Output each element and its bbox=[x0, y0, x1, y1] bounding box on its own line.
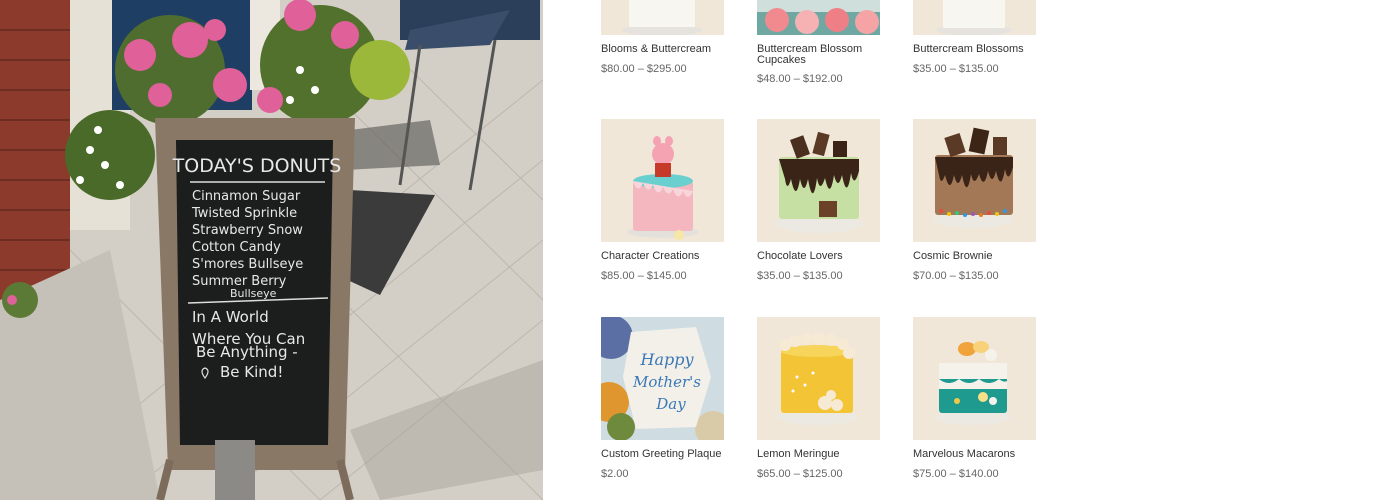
cupcakes-icon bbox=[757, 8, 880, 35]
product-card[interactable]: Chocolate Lovers $35.00 – $135.00 bbox=[757, 119, 881, 282]
macaron-cake-icon bbox=[935, 341, 1011, 425]
plaque-text-line: Day bbox=[655, 395, 686, 413]
product-price: $85.00 – $145.00 bbox=[601, 269, 687, 282]
product-name[interactable]: Marvelous Macarons bbox=[913, 449, 1037, 460]
product-name[interactable]: Buttercream Blossom Cupcakes bbox=[757, 44, 881, 66]
product-name[interactable]: Character Creations bbox=[601, 251, 725, 262]
product-price: $70.00 – $135.00 bbox=[913, 269, 999, 282]
product-price: $35.00 – $135.00 bbox=[757, 269, 843, 282]
brownie-cake-icon bbox=[933, 127, 1013, 228]
product-name[interactable]: Blooms & Buttercream bbox=[601, 44, 725, 55]
product-image-character-creations[interactable] bbox=[601, 119, 724, 242]
plaque-text-line: Happy bbox=[639, 350, 694, 369]
product-price: $75.00 – $140.00 bbox=[913, 467, 999, 480]
product-price: $2.00 bbox=[601, 467, 629, 480]
product-image-chocolate-lovers[interactable] bbox=[757, 119, 880, 242]
sign-flavor: Cotton Candy bbox=[192, 240, 281, 255]
sign-flavor: S'mores Bullseye bbox=[192, 257, 303, 272]
product-name[interactable]: Buttercream Blossoms bbox=[913, 44, 1037, 55]
product-name[interactable]: Custom Greeting Plaque bbox=[601, 449, 725, 460]
product-image-marvelous-macarons[interactable] bbox=[913, 317, 1036, 440]
product-card[interactable]: Marvelous Macarons $75.00 – $140.00 bbox=[913, 317, 1037, 480]
product-price: $65.00 – $125.00 bbox=[757, 467, 843, 480]
product-card[interactable]: Blooms & Buttercream $80.00 – $295.00 bbox=[601, 0, 725, 75]
white-cake-icon bbox=[936, 0, 1012, 35]
product-card[interactable]: Happy Mother's Day Custom Greeting Plaqu… bbox=[601, 317, 725, 480]
character-cake-icon bbox=[627, 136, 699, 240]
greeting-plaque-icon: Happy Mother's Day bbox=[601, 317, 724, 440]
hero-photo: TODAY'S DONUTS Cinnamon Sugar Twisted Sp… bbox=[0, 0, 543, 500]
sign-flavor: Strawberry Snow bbox=[192, 223, 303, 238]
sign-slogan-line: Be Anything - bbox=[196, 343, 298, 361]
lemon-cake-icon bbox=[777, 333, 857, 425]
product-card[interactable]: Cosmic Brownie $70.00 – $135.00 bbox=[913, 119, 1037, 282]
product-price: $35.00 – $135.00 bbox=[913, 62, 999, 75]
sign-flavor: Bullseye bbox=[230, 287, 277, 300]
sign-heading: TODAY'S DONUTS bbox=[172, 155, 342, 177]
product-card[interactable]: Lemon Meringue $65.00 – $125.00 bbox=[757, 317, 881, 480]
product-card[interactable]: Buttercream Blossom Cupcakes $48.00 – $1… bbox=[757, 0, 881, 85]
sign-flavor: Cinnamon Sugar bbox=[192, 189, 301, 204]
product-price: $80.00 – $295.00 bbox=[601, 62, 687, 75]
product-image-buttercream-blossoms[interactable] bbox=[913, 0, 1036, 35]
white-cake-icon bbox=[622, 0, 702, 35]
sign-slogan-line: Be Kind! bbox=[220, 363, 283, 381]
chocolate-drip-cake-icon bbox=[775, 131, 863, 233]
plaque-text-line: Mother's bbox=[632, 373, 701, 391]
product-image-buttercream-blossom-cupcakes[interactable] bbox=[757, 0, 880, 35]
product-image-custom-greeting-plaque[interactable]: Happy Mother's Day bbox=[601, 317, 724, 440]
product-price: $48.00 – $192.00 bbox=[757, 73, 843, 85]
sign-flavor: Twisted Sprinkle bbox=[191, 206, 297, 221]
product-image-blooms-buttercream[interactable] bbox=[601, 0, 724, 35]
product-card[interactable]: Buttercream Blossoms $35.00 – $135.00 bbox=[913, 0, 1037, 75]
sign-slogan-line: In A World bbox=[192, 308, 269, 326]
product-name[interactable]: Cosmic Brownie bbox=[913, 251, 1037, 262]
product-image-lemon-meringue[interactable] bbox=[757, 317, 880, 440]
product-card[interactable]: Character Creations $85.00 – $145.00 bbox=[601, 119, 725, 282]
product-name[interactable]: Lemon Meringue bbox=[757, 449, 881, 460]
product-name[interactable]: Chocolate Lovers bbox=[757, 251, 881, 262]
product-image-cosmic-brownie[interactable] bbox=[913, 119, 1036, 242]
